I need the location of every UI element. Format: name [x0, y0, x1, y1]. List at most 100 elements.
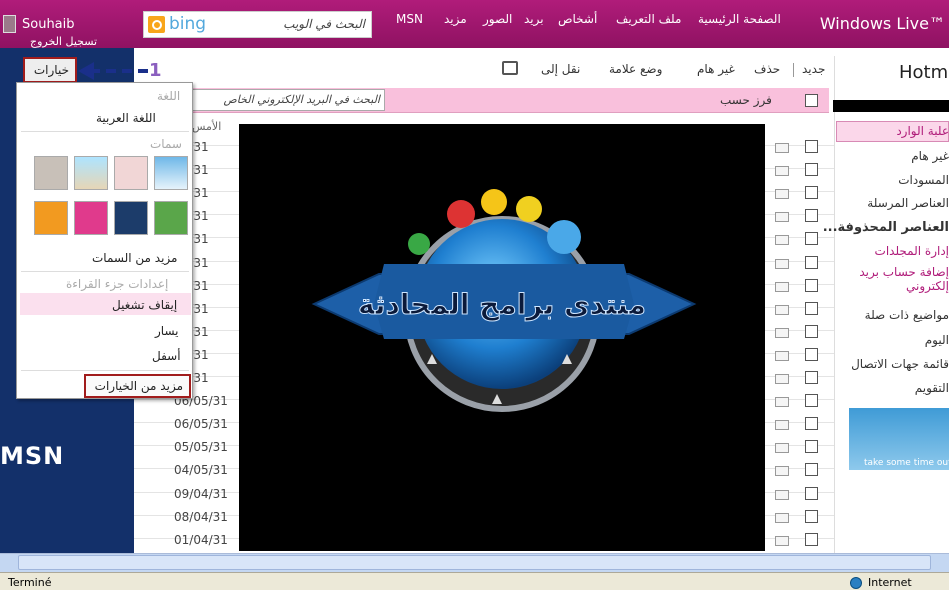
nav-profile[interactable]: ملف التعريف [616, 12, 681, 26]
menu-reading-pane-off[interactable]: إيقاف تشغيل [112, 298, 177, 312]
mark-button[interactable]: وضع علامة [609, 62, 662, 76]
folder-drafts[interactable]: المسودات [898, 173, 949, 187]
message-checkbox[interactable] [805, 463, 818, 476]
message-checkbox[interactable] [805, 163, 818, 176]
more-options-button[interactable]: مزيد من الخيارات [84, 374, 191, 398]
message-date: 09/04/31 [174, 487, 228, 501]
envelope-icon [775, 305, 789, 315]
message-date: 05/05/31 [174, 440, 228, 454]
message-checkbox[interactable] [805, 440, 818, 453]
message-checkbox[interactable] [805, 371, 818, 384]
message-checkbox[interactable] [805, 140, 818, 153]
envelope-icon [775, 235, 789, 245]
ad-banner[interactable]: take some time out [849, 408, 949, 470]
theme-thumb-7[interactable] [114, 201, 148, 235]
theme-thumb-8[interactable] [154, 201, 188, 235]
folder-junk[interactable]: غير هام [911, 149, 949, 163]
sign-out-link[interactable]: تسجيل الخروج [30, 35, 97, 48]
web-search-input[interactable]: البحث في الويب [283, 17, 365, 31]
menu-divider [21, 131, 189, 132]
message-checkbox[interactable] [805, 256, 818, 269]
theme-thumb-2[interactable] [74, 156, 108, 190]
ad-caption: take some time out [864, 458, 949, 468]
message-checkbox[interactable] [805, 417, 818, 430]
select-all-checkbox[interactable] [805, 94, 818, 107]
related-topics-link[interactable]: مواضيع ذات صلة [865, 308, 949, 322]
print-icon[interactable] [502, 61, 518, 75]
theme-thumb-6[interactable] [74, 201, 108, 235]
sort-by-dropdown[interactable]: فرز حسب [720, 93, 772, 107]
toolbar-divider [793, 63, 794, 77]
move-to-button[interactable]: نقل إلى [541, 62, 580, 76]
folder-deleted[interactable]: العناصر المحذوفة... [823, 220, 949, 235]
message-checkbox[interactable] [805, 209, 818, 222]
status-text: Terminé [8, 576, 52, 589]
nav-home[interactable]: الصفحة الرئيسية [698, 12, 781, 26]
options-button-label: خيارات [33, 63, 69, 77]
theme-thumb-1[interactable] [34, 156, 68, 190]
envelope-icon [775, 189, 789, 199]
menu-divider [21, 271, 189, 272]
envelope-icon [775, 536, 789, 546]
envelope-icon [775, 443, 789, 453]
bing-logo-icon [148, 16, 165, 33]
calendar-link[interactable]: التقويم [915, 381, 949, 395]
envelope-icon [775, 143, 789, 153]
envelope-icon [775, 259, 789, 269]
envelope-icon [775, 420, 789, 430]
message-checkbox[interactable] [805, 325, 818, 338]
message-date: 06/05/31 [174, 417, 228, 431]
nav-photos[interactable]: الصور [483, 12, 512, 26]
envelope-icon [775, 328, 789, 338]
scrollbar-thumb[interactable] [18, 555, 931, 570]
user-avatar-icon[interactable] [3, 15, 16, 33]
delete-button[interactable]: حذف [754, 62, 780, 76]
top-bar: Windows Live™ الصفحة الرئيسية ملف التعري… [0, 0, 949, 48]
envelope-icon [775, 212, 789, 222]
message-checkbox[interactable] [805, 186, 818, 199]
folder-inbox[interactable]: علبة الوارد [896, 124, 949, 138]
envelope-icon [775, 282, 789, 292]
windows-live-brand[interactable]: Windows Live™ [820, 14, 945, 33]
envelope-icon [775, 351, 789, 361]
not-important-button[interactable]: غير هام [697, 62, 735, 76]
menu-language-arabic[interactable]: اللغة العربية [96, 111, 156, 125]
menu-reading-pane-left[interactable]: يسار [155, 324, 179, 338]
more-options-label: مزيد من الخيارات [94, 379, 183, 393]
envelope-icon [775, 397, 789, 407]
nav-people[interactable]: أشخاص [558, 12, 597, 26]
message-checkbox[interactable] [805, 394, 818, 407]
hotmail-title[interactable]: Hotmail [899, 62, 949, 83]
mail-search-input[interactable]: البحث في البريد الإلكتروني الخاص [192, 89, 385, 111]
nav-msn[interactable]: MSN [396, 12, 423, 26]
message-checkbox[interactable] [805, 279, 818, 292]
message-checkbox[interactable] [805, 232, 818, 245]
message-checkbox[interactable] [805, 487, 818, 500]
message-checkbox[interactable] [805, 348, 818, 361]
forum-logo-graphic: منتدى برامج المحادثة [311, 189, 697, 412]
annotation-number-1: 1 [149, 60, 162, 81]
nav-mail[interactable]: بريد [524, 12, 544, 26]
message-date: 04/05/31 [174, 463, 228, 477]
theme-thumb-5[interactable] [34, 201, 68, 235]
envelope-icon [775, 490, 789, 500]
nav-more[interactable]: مزيد [444, 12, 467, 26]
options-button[interactable]: خيارات [23, 57, 77, 83]
theme-thumb-3[interactable] [114, 156, 148, 190]
web-search-box[interactable]: bing البحث في الويب [143, 11, 372, 38]
message-checkbox[interactable] [805, 533, 818, 546]
today-link[interactable]: اليوم [925, 333, 949, 347]
contacts-link[interactable]: قائمة جهات الاتصال [851, 357, 949, 371]
message-checkbox[interactable] [805, 510, 818, 523]
message-checkbox[interactable] [805, 302, 818, 315]
forum-logo-image: منتدى برامج المحادثة [239, 124, 765, 551]
msn-logo: MSN [0, 442, 65, 470]
user-name[interactable]: Souhaib [22, 17, 75, 32]
folder-sent[interactable]: العناصر المرسلة [867, 196, 949, 210]
theme-thumb-4[interactable] [154, 156, 188, 190]
menu-more-themes[interactable]: مزيد من السمات [92, 251, 177, 265]
new-button[interactable]: جديد [802, 62, 825, 76]
add-email-account-link[interactable]: إضافة حساب بريد إلكتروني [839, 265, 949, 293]
menu-reading-pane-bottom[interactable]: أسفل [152, 349, 181, 363]
manage-folders-link[interactable]: إدارة المجلدات [875, 244, 949, 258]
